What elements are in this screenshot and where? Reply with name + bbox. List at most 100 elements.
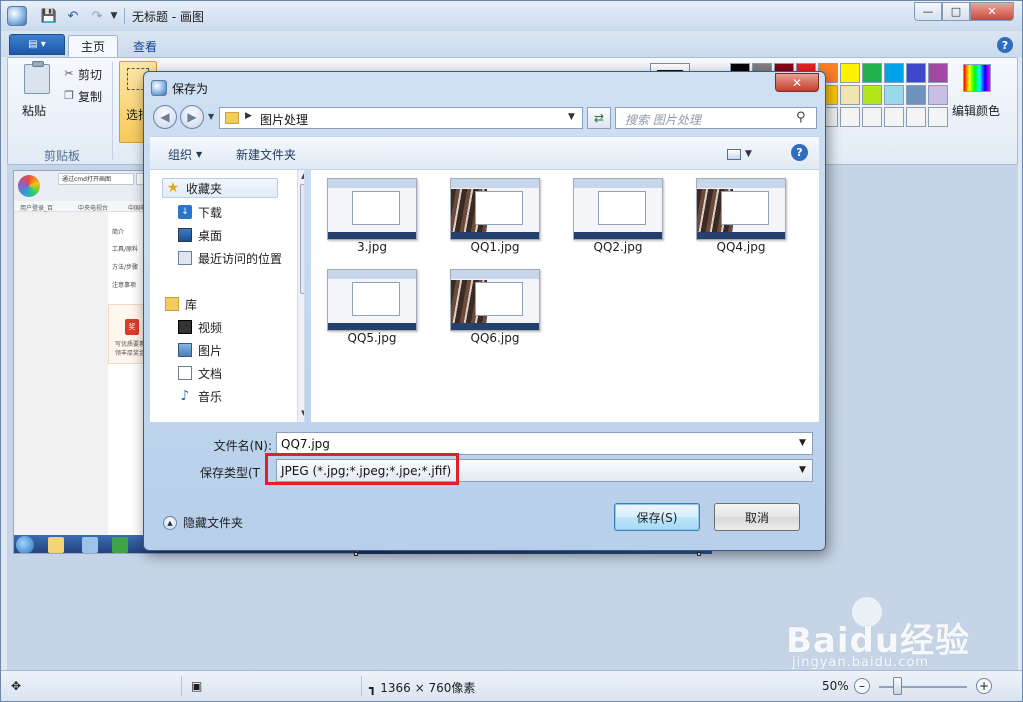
color-swatch[interactable]: [884, 63, 904, 83]
color-swatch[interactable]: [928, 85, 948, 105]
help-icon[interactable]: ?: [791, 144, 808, 161]
file-item[interactable]: QQ1.jpg: [434, 170, 546, 256]
zoom-slider-thumb[interactable]: [893, 677, 902, 695]
color-swatch[interactable]: [928, 63, 948, 83]
nav-item-documents[interactable]: 文档: [178, 363, 222, 383]
zoom-level: 50%: [822, 679, 849, 693]
navigation-pane: ★ 收藏夹 ↓ 下载 桌面 最近访问的位置 库 视频 图片 文档 ♪ 音乐: [150, 170, 305, 422]
save-icon[interactable]: 💾: [39, 7, 59, 25]
zoom-out-button[interactable]: –: [854, 678, 870, 694]
forward-button[interactable]: ▶: [180, 105, 204, 129]
zoom-in-button[interactable]: +: [976, 678, 992, 694]
nav-libraries[interactable]: 库: [165, 294, 197, 314]
color-swatch[interactable]: [840, 63, 860, 83]
nav-item-recent[interactable]: 最近访问的位置: [178, 248, 282, 268]
paint-menu-button[interactable]: ▤ ▾: [9, 34, 65, 55]
color-swatch[interactable]: [840, 85, 860, 105]
maximize-button[interactable]: □: [942, 2, 970, 21]
recent-locations-chevron-icon[interactable]: ▼: [208, 112, 214, 121]
file-thumbnail: [450, 269, 540, 331]
documents-icon: [178, 366, 192, 380]
refresh-button[interactable]: ⇄: [587, 107, 611, 129]
save-as-dialog: 保存为 ✕ ◀ ▶ ▼ ▶ 图片处理 ▼ ⇄ 搜索 图片处理 ⚲ 组织 ▼ 新建…: [143, 71, 826, 551]
cut-button[interactable]: 剪切: [78, 66, 102, 83]
save-button[interactable]: 保存(S): [614, 503, 700, 531]
breadcrumb-arrow-icon[interactable]: ▶: [245, 111, 252, 121]
search-input[interactable]: 搜索 图片处理 ⚲: [615, 107, 817, 129]
file-item[interactable]: QQ2.jpg: [557, 170, 669, 256]
dialog-toolbar: 组织 ▼ 新建文件夹 ▼ ?: [150, 136, 819, 170]
filename-dropdown-icon[interactable]: ▼: [799, 438, 806, 448]
color-swatch[interactable]: [928, 107, 948, 127]
resize-handle[interactable]: [697, 552, 701, 556]
resize-handle[interactable]: [354, 552, 358, 556]
close-button[interactable]: ✕: [970, 2, 1014, 21]
customize-qat-chevron-icon[interactable]: ▼: [107, 7, 121, 25]
color-swatch[interactable]: [840, 107, 860, 127]
copy-button[interactable]: 复制: [78, 88, 102, 105]
award-icon: 奖: [125, 319, 139, 335]
filename-value[interactable]: QQ7.jpg: [281, 437, 330, 451]
thumbnail-taskbar: [451, 323, 539, 330]
file-item[interactable]: QQ4.jpg: [680, 170, 792, 256]
thumbnail-taskbar: [697, 232, 785, 239]
video-icon: [178, 320, 192, 334]
canvas-menu-item: 简介: [112, 229, 125, 236]
file-item[interactable]: QQ5.jpg: [311, 261, 423, 347]
file-item[interactable]: QQ6.jpg: [434, 261, 546, 347]
scroll-up-icon[interactable]: ▲: [301, 172, 304, 180]
canvas-ad-text: 领丰厚奖金: [115, 350, 146, 357]
nav-libraries-label: 库: [185, 297, 198, 312]
selection-size-icon: ▣: [191, 679, 203, 693]
paste-icon[interactable]: [24, 64, 50, 94]
nav-item-downloads[interactable]: ↓ 下载: [178, 202, 222, 222]
filetype-dropdown-icon[interactable]: ▼: [799, 465, 806, 475]
filename-input[interactable]: QQ7.jpg ▼: [276, 432, 813, 455]
thumbnail-taskbar: [451, 232, 539, 239]
file-item[interactable]: 3.jpg: [311, 170, 423, 256]
scroll-down-icon[interactable]: ▼: [301, 409, 304, 417]
address-dropdown-icon[interactable]: ▼: [568, 112, 575, 122]
nav-favorites[interactable]: ★ 收藏夹: [162, 178, 278, 198]
nav-scrollbar[interactable]: ▲ ▼: [297, 170, 304, 422]
undo-icon[interactable]: ↶: [63, 7, 83, 25]
address-path[interactable]: 图片处理: [260, 111, 308, 128]
redo-icon[interactable]: ↷: [87, 7, 107, 25]
thumbnail-titlebar: [328, 179, 416, 188]
new-folder-button[interactable]: 新建文件夹: [236, 146, 296, 163]
color-swatch[interactable]: [884, 107, 904, 127]
help-icon[interactable]: ?: [997, 37, 1013, 53]
nav-item-videos[interactable]: 视频: [178, 317, 222, 337]
scrollbar-thumb[interactable]: [300, 184, 304, 294]
thumbnail-window: [721, 191, 769, 225]
dialog-close-button[interactable]: ✕: [775, 73, 819, 92]
nav-item-label: 图片: [198, 343, 223, 358]
nav-item-desktop[interactable]: 桌面: [178, 225, 222, 245]
color-swatch[interactable]: [862, 63, 882, 83]
tab-home[interactable]: 主页: [68, 35, 119, 57]
canvas-browser-tab: 通过cmd打开画图: [58, 173, 134, 185]
nav-item-pictures[interactable]: 图片: [178, 340, 222, 360]
address-bar[interactable]: ▶ 图片处理 ▼: [219, 107, 583, 129]
star-icon: ★: [166, 180, 180, 196]
minimize-button[interactable]: —: [914, 2, 942, 21]
edit-colors-button[interactable]: 编辑颜色: [952, 102, 1000, 119]
nav-item-music[interactable]: ♪ 音乐: [178, 386, 222, 406]
paint-app-icon[interactable]: [7, 6, 27, 26]
color-swatch[interactable]: [862, 107, 882, 127]
color-swatch[interactable]: [906, 85, 926, 105]
file-thumbnail: [327, 178, 417, 240]
hide-folders-button[interactable]: ▲ 隐藏文件夹: [163, 514, 243, 531]
color-swatch[interactable]: [862, 85, 882, 105]
color-swatch[interactable]: [906, 63, 926, 83]
tab-view[interactable]: 查看: [121, 35, 169, 57]
color-swatch[interactable]: [884, 85, 904, 105]
paste-button[interactable]: 粘贴: [22, 102, 46, 119]
edit-colors-icon[interactable]: [963, 64, 991, 92]
change-view-button[interactable]: ▼: [727, 146, 757, 162]
color-swatch[interactable]: [906, 107, 926, 127]
cancel-button[interactable]: 取消: [714, 503, 800, 531]
organize-button[interactable]: 组织 ▼: [168, 146, 202, 163]
canvas-menu-item: 注意事项: [112, 282, 137, 289]
back-button[interactable]: ◀: [153, 105, 177, 129]
